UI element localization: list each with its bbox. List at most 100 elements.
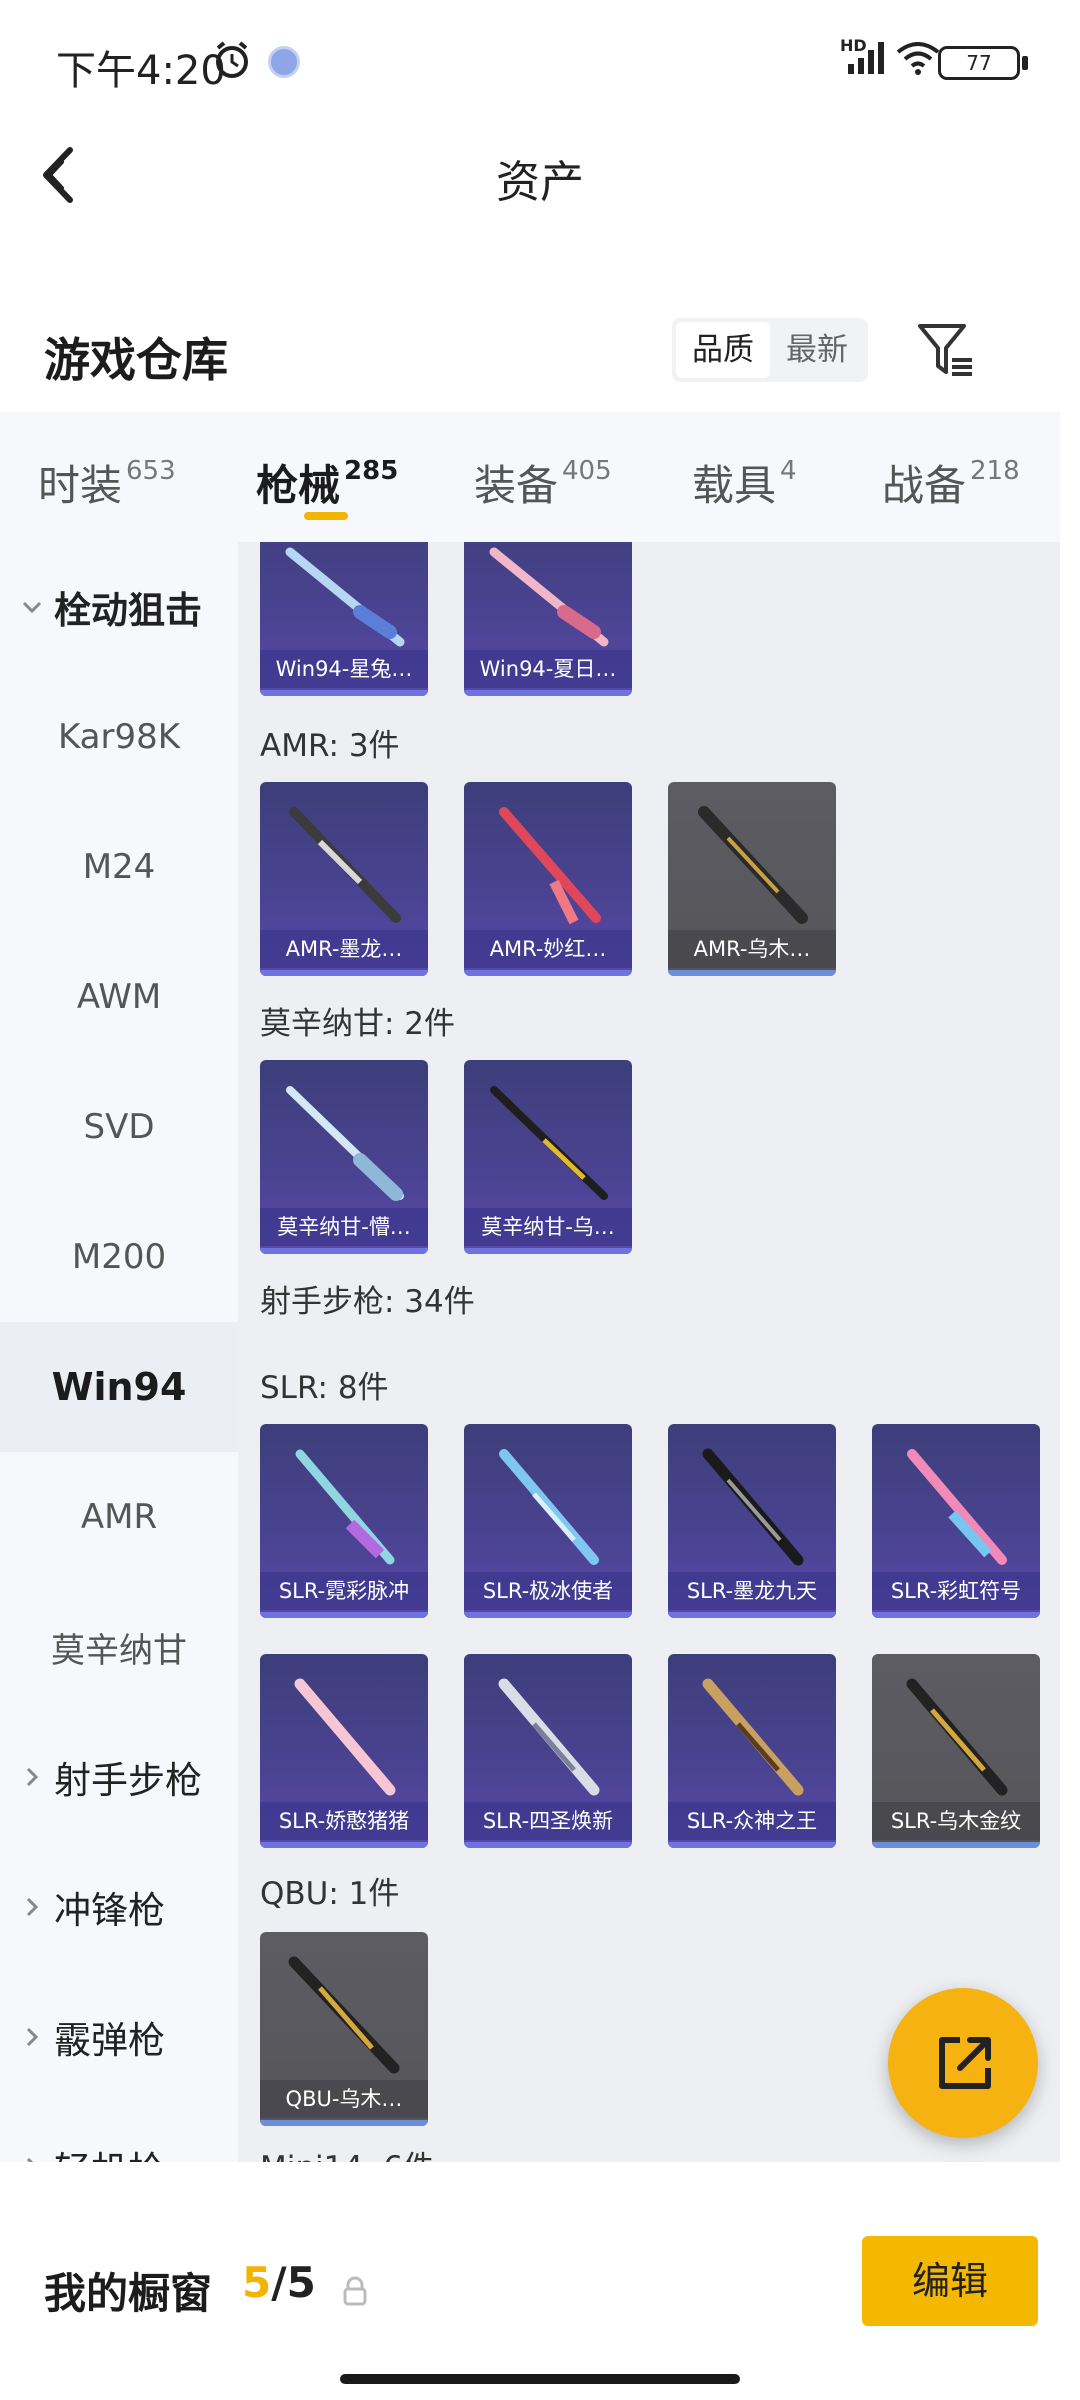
sidebar-item-m24[interactable]: M24	[0, 802, 238, 932]
weapon-card[interactable]: SLR-墨龙九天	[668, 1424, 836, 1618]
rifle-icon	[907, 1449, 1007, 1565]
weapon-card[interactable]: 莫辛纳甘-懵…	[260, 1060, 428, 1254]
weapon-card[interactable]: SLR-彩虹符号	[872, 1424, 1040, 1618]
rifle-icon	[285, 547, 405, 647]
wifi-icon	[896, 42, 940, 75]
group-label-amr: AMR: 3件	[260, 728, 400, 764]
weapon-name: SLR-乌木金纹	[872, 1802, 1040, 1840]
sidebar-item-label: AMR	[80, 1497, 158, 1537]
weapon-card[interactable]: AMR-妙红…	[464, 782, 632, 976]
share-icon	[939, 2037, 991, 2089]
rarity-bar	[668, 970, 836, 976]
sidebar-group-bolt-action[interactable]: 栓动狙击	[0, 542, 238, 672]
sidebar-item-label: 轻机枪	[54, 2140, 165, 2162]
battery-level: 77	[966, 51, 992, 75]
group-label-qbu: QBU: 1件	[260, 1876, 400, 1912]
sidebar-item-label: M200	[71, 1237, 167, 1277]
sidebar-group-smg[interactable]: 冲锋枪	[0, 1842, 238, 1972]
sidebar-item-label: AWM	[76, 977, 162, 1017]
sidebar-item-awm[interactable]: AWM	[0, 932, 238, 1062]
filter-icon[interactable]	[916, 318, 976, 382]
group-label-slr: SLR: 8件	[260, 1370, 389, 1406]
tab-tactical[interactable]: 战备 218	[882, 452, 1020, 513]
weapon-name: Win94-星兔…	[260, 650, 428, 688]
tab-label: 载具	[692, 461, 777, 510]
tab-count: 653	[126, 456, 176, 486]
lock-icon	[343, 2276, 367, 2306]
signal-icon	[848, 42, 884, 74]
tab-label: 战备	[882, 461, 967, 510]
rarity-bar	[464, 1612, 632, 1618]
sort-newest-button[interactable]: 最新	[770, 322, 864, 378]
sidebar-item-mosin[interactable]: 莫辛纳甘	[0, 1582, 238, 1712]
page-title: 资产	[496, 157, 584, 208]
chevron-right-icon	[26, 1767, 39, 1787]
chevron-right-icon	[26, 2157, 34, 2162]
sidebar-item-amr[interactable]: AMR	[0, 1452, 238, 1582]
weapon-card[interactable]: SLR-霓彩脉冲	[260, 1424, 428, 1618]
sidebar-group-shotgun[interactable]: 霰弹枪	[0, 1972, 238, 2102]
battery-tip	[1022, 56, 1028, 70]
group-label-mosin: 莫辛纳甘: 2件	[260, 1006, 456, 1042]
tab-fashion[interactable]: 时装 653	[38, 452, 176, 513]
rifle-icon	[490, 1086, 608, 1200]
sidebar-item-label: Kar98K	[57, 717, 181, 757]
sidebar-group-lmg[interactable]: 轻机枪	[0, 2102, 238, 2162]
weapon-card[interactable]: QBU-乌木…	[260, 1932, 428, 2126]
rifle-icon	[702, 1448, 804, 1566]
sidebar-item-svd[interactable]: SVD	[0, 1062, 238, 1192]
tab-count: 405	[562, 456, 612, 486]
weapon-name: 莫辛纳甘-懵…	[260, 1208, 428, 1246]
weapon-name: SLR-众神之王	[668, 1802, 836, 1840]
tab-vehicles[interactable]: 载具 4	[692, 452, 797, 513]
rifle-icon	[288, 1956, 400, 2074]
rarity-bar	[668, 1612, 836, 1618]
weapon-name: 莫辛纳甘-乌…	[464, 1208, 632, 1246]
rarity-bar	[260, 1248, 428, 1254]
tab-guns[interactable]: 枪械 285	[256, 452, 398, 513]
weapon-card[interactable]: SLR-极冰使者	[464, 1424, 632, 1618]
weapon-card[interactable]: SLR-众神之王	[668, 1654, 836, 1848]
status-bar: 下午4:20 HD 77	[0, 0, 1080, 120]
battery-icon: 77	[938, 46, 1020, 80]
weapon-card[interactable]: SLR-娇憨猪猪	[260, 1654, 428, 1848]
share-button[interactable]	[888, 1988, 1038, 2138]
rarity-bar	[872, 1612, 1040, 1618]
sidebar-item-kar98k[interactable]: Kar98K	[0, 672, 238, 802]
weapon-card[interactable]: Win94-夏日…	[464, 542, 632, 696]
showcase-bar: 我的橱窗 5/5 编辑	[0, 2204, 1080, 2364]
sidebar-item-label: 莫辛纳甘	[51, 1630, 187, 1671]
active-tab-indicator	[304, 512, 348, 520]
edit-button[interactable]: 编辑	[862, 2236, 1038, 2326]
sort-toggle: 品质 最新	[672, 318, 868, 382]
rifle-icon	[499, 1449, 599, 1565]
tab-count: 285	[344, 456, 399, 486]
showcase-total: /5	[271, 2258, 316, 2307]
weapon-card[interactable]: SLR-四圣焕新	[464, 1654, 632, 1848]
rifle-icon	[286, 1086, 404, 1201]
weapon-card[interactable]: Win94-星兔…	[260, 542, 428, 696]
tab-label: 装备	[474, 461, 559, 510]
weapon-name: SLR-霓彩脉冲	[260, 1572, 428, 1610]
group-label-dmr: 射手步枪: 34件	[260, 1284, 475, 1320]
home-indicator[interactable]	[340, 2374, 740, 2384]
weapon-card[interactable]: AMR-墨龙…	[260, 782, 428, 976]
sort-quality-button[interactable]: 品质	[676, 322, 770, 378]
tab-equipment[interactable]: 装备 405	[474, 452, 612, 513]
weapon-name: AMR-妙红…	[464, 930, 632, 968]
weapon-card[interactable]: AMR-乌木…	[668, 782, 836, 976]
tab-count: 218	[970, 456, 1020, 486]
sidebar-item-m200[interactable]: M200	[0, 1192, 238, 1322]
rarity-bar	[260, 690, 428, 696]
rifle-icon	[489, 547, 609, 647]
rarity-bar	[260, 970, 428, 976]
chevron-right-icon	[26, 1897, 39, 1917]
weapon-grid: Win94-星兔… Win94-夏日… AMR: 3件 AMR-墨龙… AMR-…	[238, 542, 1060, 2162]
rarity-bar	[260, 2120, 428, 2126]
rarity-bar	[872, 1842, 1040, 1848]
sidebar-item-win94[interactable]: Win94	[0, 1322, 238, 1452]
weapon-card[interactable]: SLR-乌木金纹	[872, 1654, 1040, 1848]
rifle-icon	[499, 807, 601, 925]
weapon-card[interactable]: 莫辛纳甘-乌…	[464, 1060, 632, 1254]
sidebar-group-dmr[interactable]: 射手步枪	[0, 1712, 238, 1842]
